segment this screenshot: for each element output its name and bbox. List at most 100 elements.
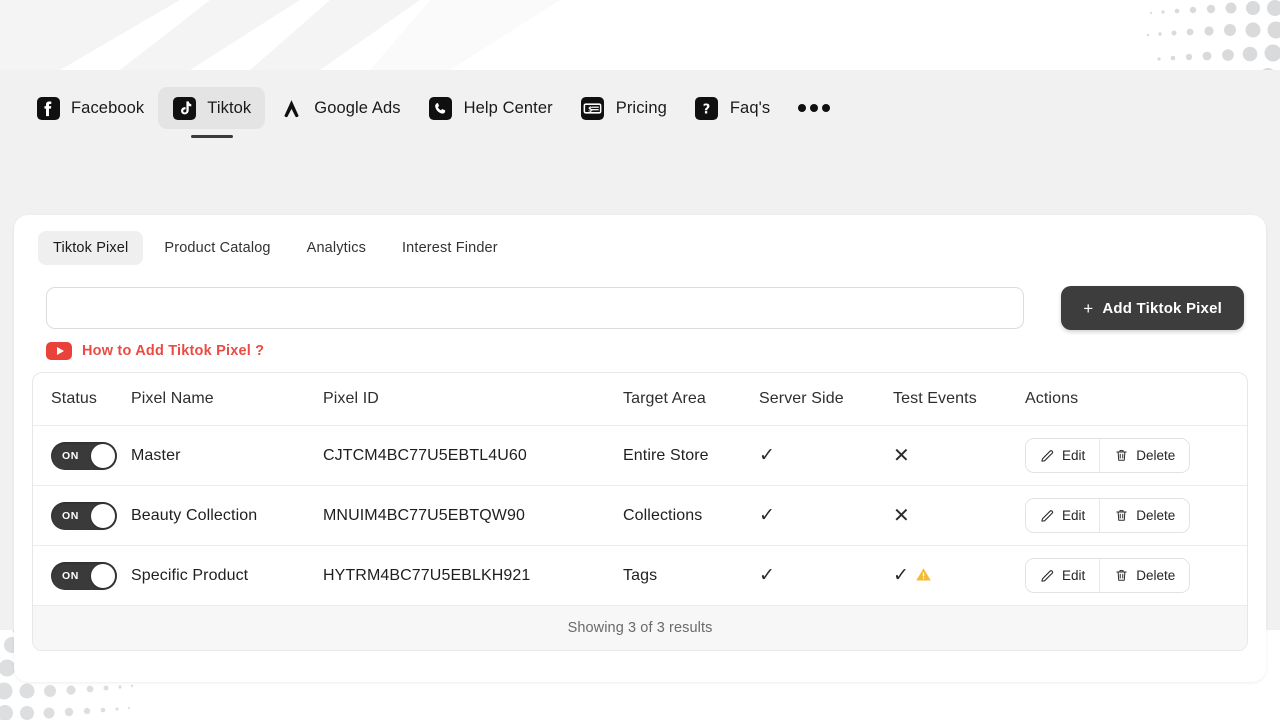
question-icon: ? — [695, 96, 719, 120]
pencil-icon — [1041, 450, 1054, 462]
pixels-table: Status Pixel Name Pixel ID Target Area S… — [32, 372, 1248, 651]
delete-button[interactable]: Delete — [1099, 439, 1190, 472]
tab-product-catalog[interactable]: Product Catalog — [149, 231, 285, 265]
nav-label-faqs: Faq's — [729, 98, 771, 117]
row-actions: Edit Delete — [1025, 558, 1191, 593]
delete-label: Delete — [1136, 568, 1176, 583]
nav-item-facebook[interactable]: Facebook — [22, 87, 158, 129]
column-header-server-side: Server Side — [759, 390, 844, 407]
how-to-add-link[interactable]: How to Add Tiktok Pixel ? — [32, 342, 1248, 360]
trash-icon — [1116, 570, 1127, 581]
cell-pixel-id: CJTCM4BC77U5EBTL4U60 — [323, 446, 527, 464]
nav-item-tiktok[interactable]: Tiktok — [158, 87, 266, 129]
google-ads-icon — [279, 96, 303, 120]
table-row: ON Beauty Collection MNUIM4BC77U5EBTQW90… — [33, 486, 1247, 546]
pencil-icon — [1041, 510, 1054, 522]
toggle-knob — [91, 443, 115, 468]
table-row: ON Master CJTCM4BC77U5EBTL4U60 Entire St… — [33, 426, 1247, 486]
column-header-pixel-name: Pixel Name — [131, 390, 214, 407]
background-streaks — [0, 0, 700, 70]
toggle-knob — [91, 563, 115, 588]
toggle-knob — [91, 503, 115, 528]
delete-label: Delete — [1136, 448, 1176, 463]
status-toggle-label: ON — [62, 449, 79, 462]
column-header-actions: Actions — [1025, 390, 1079, 407]
tab-label-analytics: Analytics — [306, 240, 366, 256]
delete-button[interactable]: Delete — [1099, 499, 1190, 532]
edit-button[interactable]: Edit — [1026, 439, 1100, 472]
tab-tiktok-pixel[interactable]: Tiktok Pixel — [38, 231, 144, 265]
nav-label-tiktok: Tiktok — [207, 98, 252, 117]
cell-pixel-name: Beauty Collection — [131, 506, 258, 524]
delete-label: Delete — [1136, 508, 1176, 523]
secondary-tabs: Tiktok Pixel Product Catalog Analytics I… — [32, 231, 1248, 265]
trash-icon — [1116, 450, 1127, 461]
status-toggle[interactable]: ON — [51, 441, 117, 470]
edit-button[interactable]: Edit — [1026, 559, 1100, 592]
cell-pixel-id: MNUIM4BC77U5EBTQW90 — [323, 506, 525, 524]
cell-target-area: Entire Store — [623, 446, 709, 464]
cell-pixel-name: Master — [131, 446, 181, 464]
table-footer: Showing 3 of 3 results — [33, 606, 1247, 650]
status-toggle[interactable]: ON — [51, 561, 117, 590]
nav-label-pricing: Pricing — [615, 98, 667, 117]
nav-label-help-center: Help Center — [463, 98, 553, 117]
delete-button[interactable]: Delete — [1099, 559, 1190, 592]
edit-button[interactable]: Edit — [1026, 499, 1100, 532]
column-header-target-area: Target Area — [623, 390, 706, 407]
tab-label-product-catalog: Product Catalog — [164, 240, 271, 256]
search-row: + Add Tiktok Pixel — [32, 286, 1248, 330]
tab-interest-finder[interactable]: Interest Finder — [387, 231, 513, 265]
phone-icon — [429, 96, 453, 120]
edit-label: Edit — [1062, 448, 1086, 463]
status-toggle-label: ON — [62, 509, 79, 522]
server-side-check-icon: ✓ — [759, 504, 776, 526]
column-header-test-events: Test Events — [893, 390, 977, 407]
nav-label-google-ads: Google Ads — [314, 98, 401, 117]
search-input[interactable] — [46, 287, 1024, 329]
plus-icon: + — [1083, 298, 1094, 318]
row-actions: Edit Delete — [1025, 438, 1191, 473]
tab-label-interest-finder: Interest Finder — [402, 240, 498, 256]
nav-item-pricing[interactable]: $ Pricing — [567, 87, 681, 129]
cell-pixel-id: HYTRM4BC77U5EBLKH921 — [323, 566, 531, 584]
test-events-cross-icon: ✕ — [893, 444, 910, 467]
status-toggle[interactable]: ON — [51, 501, 117, 530]
money-icon: $ — [581, 96, 605, 120]
primary-navigation: Facebook Tiktok Google Ads Help Center $… — [0, 70, 1280, 146]
table-header-row: Status Pixel Name Pixel ID Target Area S… — [33, 373, 1247, 426]
column-header-status: Status — [51, 390, 97, 407]
cell-target-area: Collections — [623, 506, 703, 524]
status-toggle-label: ON — [62, 569, 79, 582]
tab-label-tiktok-pixel: Tiktok Pixel — [53, 240, 129, 256]
edit-label: Edit — [1062, 508, 1086, 523]
tab-analytics[interactable]: Analytics — [292, 231, 381, 265]
nav-item-help-center[interactable]: Help Center — [415, 87, 567, 129]
server-side-check-icon: ✓ — [759, 444, 776, 466]
edit-label: Edit — [1062, 568, 1086, 583]
cell-pixel-name: Specific Product — [131, 566, 249, 584]
warning-icon — [915, 566, 932, 586]
facebook-icon — [36, 96, 60, 120]
table-row: ON Specific Product HYTRM4BC77U5EBLKH921… — [33, 546, 1247, 606]
how-to-add-label: How to Add Tiktok Pixel ? — [82, 343, 265, 359]
column-header-pixel-id: Pixel ID — [323, 390, 379, 407]
trash-icon — [1116, 510, 1127, 521]
server-side-check-icon: ✓ — [759, 564, 776, 586]
test-events-check-icon: ✓ — [893, 565, 910, 586]
content-card: Tiktok Pixel Product Catalog Analytics I… — [14, 215, 1266, 682]
row-actions: Edit Delete — [1025, 498, 1191, 533]
svg-text:?: ? — [703, 102, 711, 117]
tiktok-icon — [172, 96, 196, 120]
nav-item-faqs[interactable]: ? Faq's — [681, 87, 784, 129]
nav-label-facebook: Facebook — [71, 98, 145, 117]
youtube-play-icon — [46, 342, 72, 360]
ellipsis-icon[interactable] — [784, 92, 844, 124]
app-page: Facebook Tiktok Google Ads Help Center $… — [0, 70, 1280, 682]
cell-target-area: Tags — [623, 566, 658, 584]
add-tiktok-pixel-button[interactable]: + Add Tiktok Pixel — [1061, 286, 1244, 330]
add-tiktok-pixel-label: Add Tiktok Pixel — [1102, 299, 1222, 317]
pencil-icon — [1041, 570, 1054, 582]
nav-item-google-ads[interactable]: Google Ads — [265, 87, 414, 129]
test-events-cross-icon: ✕ — [893, 504, 910, 527]
